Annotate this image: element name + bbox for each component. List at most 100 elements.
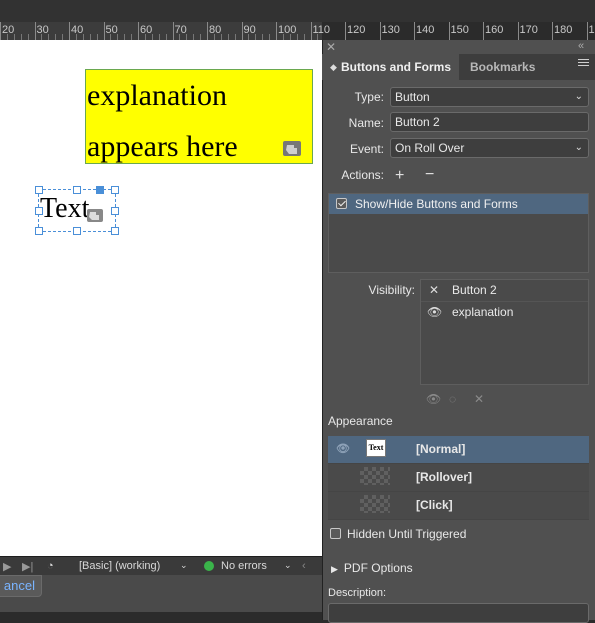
ruler-label: 160 xyxy=(485,24,503,36)
description-field[interactable] xyxy=(328,603,589,623)
name-value: Button 2 xyxy=(395,115,440,129)
application-topbar xyxy=(0,0,595,22)
appearance-state-normal[interactable]: 👁 Text [Normal] xyxy=(328,436,589,464)
document-canvas[interactable]: explanation appears here Text xyxy=(0,40,322,556)
horizontal-ruler[interactable]: 2030405060708090100110120130140150160170… xyxy=(0,22,322,41)
list-item[interactable]: Show/Hide Buttons and Forms xyxy=(329,194,588,214)
ruler-label: 130 xyxy=(382,24,400,36)
cancel-button[interactable]: ancel xyxy=(0,575,42,597)
type-label: Type: xyxy=(330,90,384,104)
explanation-text-line-2: appears here xyxy=(87,121,312,172)
ruler-major-tick xyxy=(207,22,208,40)
ruler-major-tick xyxy=(173,22,174,40)
ruler-label: 190 xyxy=(589,24,595,36)
actions-label: Actions: xyxy=(330,168,384,182)
action-enabled-checkbox[interactable] xyxy=(336,198,347,209)
ruler-major-tick xyxy=(138,22,139,40)
ruler-label: 70 xyxy=(175,24,187,36)
hidden-until-triggered-checkbox[interactable] xyxy=(330,528,341,539)
anchor-handle[interactable] xyxy=(96,186,104,194)
ruler-major-tick xyxy=(552,22,553,40)
ruler-major-tick xyxy=(69,22,70,40)
empty-state-thumbnail xyxy=(360,467,390,485)
list-item[interactable]: ✕ Button 2 xyxy=(421,280,588,300)
ruler-major-tick xyxy=(104,22,105,40)
appearance-title: Appearance xyxy=(328,414,393,428)
state-label: [Normal] xyxy=(416,436,465,463)
ruler-label: 60 xyxy=(140,24,152,36)
chevron-down-icon[interactable]: ⌄ xyxy=(180,560,188,571)
panel-tab-bar: ◆ Buttons and Forms Bookmarks xyxy=(322,54,595,80)
ruler-label: 90 xyxy=(244,24,256,36)
ruler-label: 170 xyxy=(520,24,538,36)
event-select[interactable]: On Roll Over ⌄ xyxy=(390,138,589,158)
list-item[interactable]: 👁 explanation xyxy=(421,301,588,322)
dialog-button-bar: ancel xyxy=(0,575,322,612)
event-value: On Roll Over xyxy=(395,141,464,155)
resize-handle-bottom-right[interactable] xyxy=(111,227,119,235)
resize-handle-right[interactable] xyxy=(111,207,119,215)
ruler-major-tick xyxy=(35,22,36,40)
appearance-state-click[interactable]: [Click] xyxy=(328,492,589,520)
ruler-major-tick xyxy=(0,22,1,40)
panel-menu-icon[interactable] xyxy=(578,59,589,68)
tab-collapse-icon[interactable]: ◆ xyxy=(330,54,337,80)
visibility-item-name: explanation xyxy=(452,302,513,322)
close-icon[interactable]: ✕ xyxy=(326,40,336,54)
chevron-left-icon[interactable]: ‹ xyxy=(302,560,306,572)
appearance-state-rollover[interactable]: [Rollover] xyxy=(328,464,589,492)
resize-handle-bottom[interactable] xyxy=(73,227,81,235)
type-value: Button xyxy=(395,90,430,104)
type-select[interactable]: Button ⌄ xyxy=(390,87,589,107)
unchanged-icon[interactable]: ✕ xyxy=(474,392,484,406)
chevron-down-icon[interactable]: ⌄ xyxy=(284,560,292,571)
explanation-text-line-1: explanation xyxy=(87,70,312,121)
pdf-options-toggle[interactable]: ▶ PDF Options xyxy=(331,561,413,575)
last-page-icon[interactable]: ▶| xyxy=(22,560,33,573)
status-ok-icon xyxy=(204,561,214,571)
visibility-list[interactable]: ✕ Button 2 👁 explanation xyxy=(420,279,589,385)
name-field[interactable]: Button 2 xyxy=(390,112,589,132)
tab-bookmarks[interactable]: Bookmarks xyxy=(470,54,535,80)
hide-icon[interactable]: ✕ xyxy=(427,280,441,300)
chevron-right-icon: ▶ xyxy=(331,564,338,574)
ruler-label: 40 xyxy=(71,24,83,36)
chevron-down-icon: ⌄ xyxy=(575,88,583,106)
state-thumbnail: Text xyxy=(366,439,386,457)
resize-handle-bottom-left[interactable] xyxy=(35,227,43,235)
preflight-icon[interactable]: ◔ xyxy=(47,560,54,572)
button-hand-icon xyxy=(87,209,103,222)
ruler-label: 80 xyxy=(209,24,221,36)
ruler-label: 140 xyxy=(416,24,434,36)
ruler-major-tick xyxy=(242,22,243,40)
show-icon[interactable]: 👁 xyxy=(427,302,441,322)
actions-list[interactable]: Show/Hide Buttons and Forms xyxy=(328,193,589,273)
state-label: [Rollover] xyxy=(416,464,472,491)
state-label: [Click] xyxy=(416,492,453,519)
hide-eye-icon[interactable]: ◌ xyxy=(449,392,456,406)
button-2-text: Text xyxy=(40,193,89,225)
ruler-label: 100 xyxy=(278,24,296,36)
visibility-label: Visibility: xyxy=(350,283,415,297)
pdf-options-label: PDF Options xyxy=(344,561,413,575)
button-hand-icon xyxy=(283,141,301,156)
ruler-label: 50 xyxy=(106,24,118,36)
show-icon[interactable]: 👁 xyxy=(426,392,441,406)
empty-state-thumbnail xyxy=(360,495,390,513)
ruler-label: 20 xyxy=(2,24,14,36)
remove-action-button[interactable]: − xyxy=(425,168,434,182)
explanation-frame[interactable]: explanation appears here xyxy=(85,69,313,164)
collapse-panel-icon[interactable]: « xyxy=(578,40,584,52)
tab-buttons-and-forms[interactable]: ◆ Buttons and Forms xyxy=(322,54,459,80)
ruler-major-tick xyxy=(311,22,312,40)
ruler-major-tick xyxy=(483,22,484,40)
name-label: Name: xyxy=(330,116,384,130)
ruler-label: 180 xyxy=(554,24,572,36)
resize-handle-top-right[interactable] xyxy=(111,186,119,194)
ruler-label: 30 xyxy=(37,24,49,36)
first-page-icon[interactable]: ▶ xyxy=(3,560,11,573)
preflight-profile[interactable]: [Basic] (working) xyxy=(79,560,160,572)
chevron-down-icon: ⌄ xyxy=(575,139,583,157)
ruler-major-tick xyxy=(587,22,588,40)
add-action-button[interactable]: + xyxy=(395,169,404,183)
